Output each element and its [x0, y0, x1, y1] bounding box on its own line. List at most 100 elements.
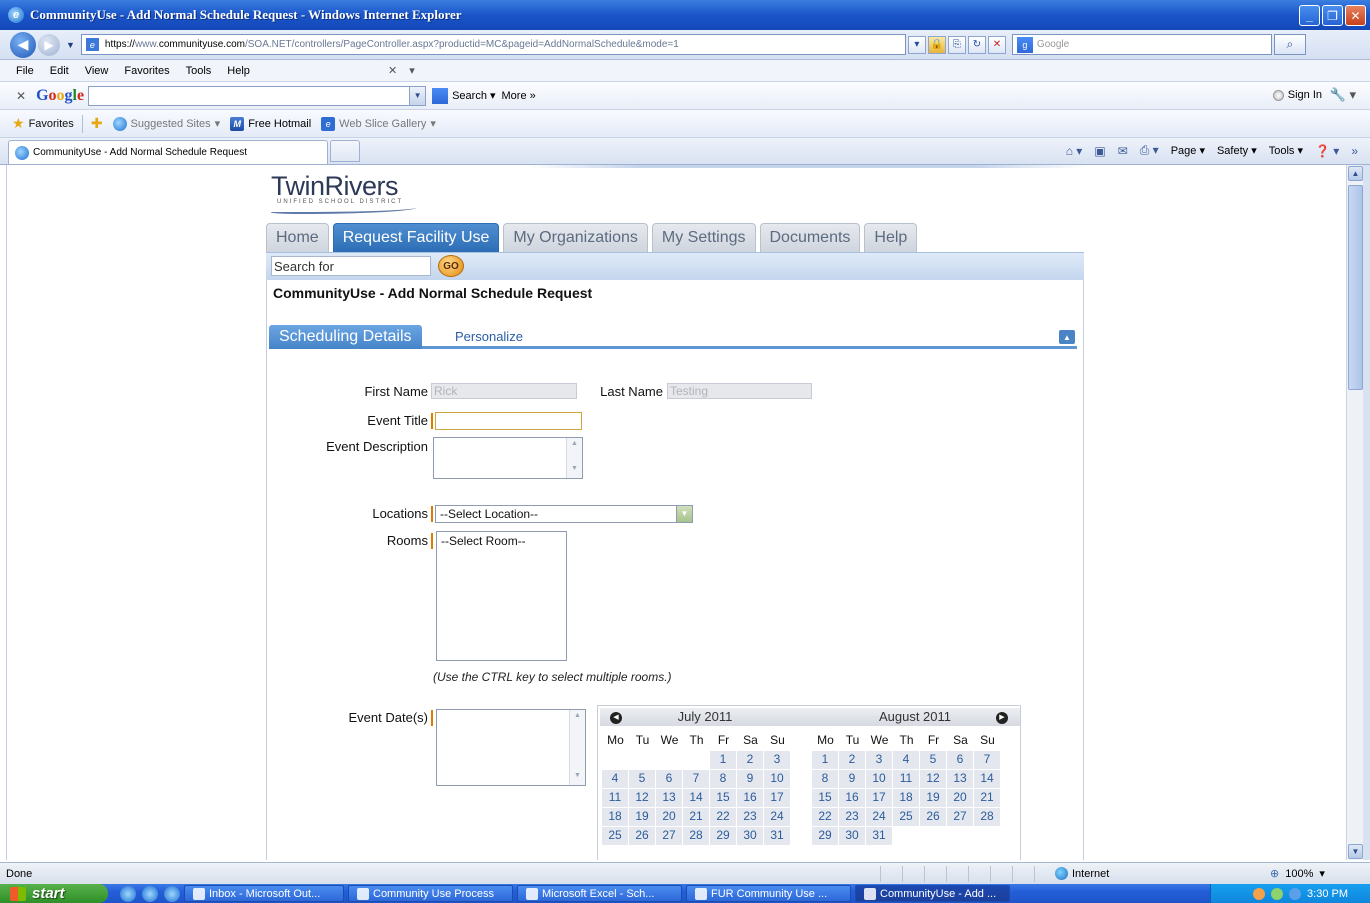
calendar-day[interactable]: 29: [812, 827, 838, 845]
taskbar-item-folder[interactable]: Community Use Process: [348, 885, 513, 902]
addon-icon[interactable]: ▾: [409, 64, 415, 77]
event-dates-list[interactable]: ▲ ▼: [436, 709, 586, 786]
calendar-day[interactable]: 14: [974, 770, 1000, 788]
calendar-day[interactable]: 29: [710, 827, 736, 845]
wrench-icon[interactable]: 🔧 ▾: [1330, 87, 1356, 103]
calendar-day[interactable]: 23: [839, 808, 865, 826]
calendar-day[interactable]: 22: [710, 808, 736, 826]
google-search-button[interactable]: Search ▾: [432, 87, 496, 104]
page-scrollbar[interactable]: ▲ ▼: [1346, 165, 1363, 860]
tray-icon[interactable]: [1253, 887, 1266, 900]
calendar-day[interactable]: 12: [920, 770, 946, 788]
calendar-day[interactable]: 27: [947, 808, 973, 826]
close-toolbar-icon[interactable]: ✕: [388, 64, 397, 77]
browser-tab[interactable]: CommunityUse - Add Normal Schedule Reque…: [8, 140, 328, 164]
feeds-icon[interactable]: ▣: [1094, 144, 1105, 158]
google-more-button[interactable]: More »: [502, 90, 536, 102]
address-input[interactable]: e https://www. communityuse.com/SOA.NET/c…: [80, 34, 906, 55]
calendar-day[interactable]: 28: [974, 808, 1000, 826]
site-search-input[interactable]: [271, 256, 431, 276]
calendar-day[interactable]: 17: [866, 789, 892, 807]
menu-edit[interactable]: Edit: [50, 65, 69, 77]
calendar-day[interactable]: 26: [629, 827, 655, 845]
refresh-icon[interactable]: ↻: [967, 35, 986, 54]
calendar-day[interactable]: 19: [629, 808, 655, 826]
scroll-up-icon[interactable]: ▲: [1348, 166, 1363, 181]
page-menu[interactable]: Page ▾: [1171, 144, 1205, 157]
nav-help[interactable]: Help: [864, 223, 918, 252]
calendar-day[interactable]: 9: [737, 770, 763, 788]
search-button[interactable]: ⌕: [1273, 34, 1306, 55]
calendar-day[interactable]: 10: [764, 770, 790, 788]
tray-icon[interactable]: [1289, 887, 1302, 900]
calendar-day[interactable]: 20: [947, 789, 973, 807]
calendar-day[interactable]: 17: [764, 789, 790, 807]
menu-view[interactable]: View: [85, 65, 109, 77]
rooms-option[interactable]: --Select Room--: [441, 534, 562, 548]
calendar-day[interactable]: 15: [812, 789, 838, 807]
previous-month-icon[interactable]: ◀: [610, 712, 622, 724]
calendar-day[interactable]: 31: [764, 827, 790, 845]
zoom-control[interactable]: ⊕ 100% ▾: [1270, 867, 1325, 881]
back-button[interactable]: ◀: [10, 31, 36, 58]
lock-icon[interactable]: 🔒: [927, 35, 946, 54]
calendar-day[interactable]: 22: [812, 808, 838, 826]
tools-menu[interactable]: Tools ▾: [1269, 144, 1303, 157]
calendar-day[interactable]: 20: [656, 808, 682, 826]
google-toolbar-dropdown-icon[interactable]: ▼: [410, 85, 427, 106]
minimize-button[interactable]: _: [1299, 5, 1320, 26]
calendar-day[interactable]: 8: [710, 770, 736, 788]
calendar-day[interactable]: 23: [737, 808, 763, 826]
mail-icon[interactable]: ✉: [1118, 144, 1128, 158]
calendar-day[interactable]: 31: [866, 827, 892, 845]
address-dropdown-icon[interactable]: ▾: [907, 35, 926, 54]
event-description-input[interactable]: ▲ ▼: [433, 437, 583, 479]
calendar-day[interactable]: 18: [893, 789, 919, 807]
web-slice-gallery-link[interactable]: e Web Slice Gallery ▾: [321, 116, 436, 131]
calendar-day[interactable]: 26: [920, 808, 946, 826]
calendar-day[interactable]: 1: [812, 751, 838, 769]
calendar-day[interactable]: 25: [602, 827, 628, 845]
stop-icon[interactable]: ✕: [987, 35, 1006, 54]
calendar-day[interactable]: 24: [764, 808, 790, 826]
nav-my-organizations[interactable]: My Organizations: [503, 223, 648, 252]
rooms-listbox[interactable]: --Select Room--: [436, 531, 567, 661]
quicklaunch-ie-icon[interactable]: [142, 885, 158, 902]
free-hotmail-link[interactable]: M Free Hotmail: [230, 116, 311, 131]
calendar-day[interactable]: 12: [629, 789, 655, 807]
search-input[interactable]: g Google: [1011, 34, 1272, 55]
go-button[interactable]: GO: [438, 255, 464, 277]
personalize-link[interactable]: Personalize: [455, 329, 523, 344]
favorites-star-icon[interactable]: ★: [12, 115, 25, 132]
calendar-day[interactable]: 13: [947, 770, 973, 788]
calendar-day[interactable]: 15: [710, 789, 736, 807]
menu-tools[interactable]: Tools: [186, 65, 212, 77]
calendar-day[interactable]: 5: [920, 751, 946, 769]
google-toolbar-input[interactable]: [88, 85, 411, 106]
scroll-down-icon[interactable]: ▼: [1348, 844, 1363, 859]
scroll-thumb[interactable]: [1348, 185, 1363, 390]
calendar-day[interactable]: 21: [974, 789, 1000, 807]
calendar-day[interactable]: 28: [683, 827, 709, 845]
calendar-day[interactable]: 30: [737, 827, 763, 845]
calendar-day[interactable]: 3: [866, 751, 892, 769]
calendar-day[interactable]: 2: [737, 751, 763, 769]
nav-request-facility-use[interactable]: Request Facility Use: [332, 223, 500, 252]
calendar-day[interactable]: 4: [893, 751, 919, 769]
more-chevron-icon[interactable]: »: [1351, 144, 1358, 158]
description-scrollbar[interactable]: ▲ ▼: [566, 438, 582, 478]
event-dates-scrollbar[interactable]: ▲ ▼: [569, 710, 585, 785]
calendar-day[interactable]: 9: [839, 770, 865, 788]
collapse-section-icon[interactable]: ▲: [1059, 330, 1075, 344]
start-button[interactable]: start: [0, 884, 108, 903]
print-icon[interactable]: ⎙ ▾: [1140, 143, 1159, 158]
calendar-day[interactable]: 1: [710, 751, 736, 769]
calendar-day[interactable]: 6: [656, 770, 682, 788]
locations-select[interactable]: --Select Location-- ▼: [435, 505, 693, 523]
calendar-day[interactable]: 10: [866, 770, 892, 788]
home-icon[interactable]: ⌂ ▾: [1066, 144, 1083, 158]
help-icon[interactable]: ❓ ▾: [1315, 144, 1339, 158]
tab-scheduling-details[interactable]: Scheduling Details: [269, 325, 422, 349]
nav-documents[interactable]: Documents: [759, 223, 861, 252]
security-zone[interactable]: Internet: [1055, 867, 1109, 880]
